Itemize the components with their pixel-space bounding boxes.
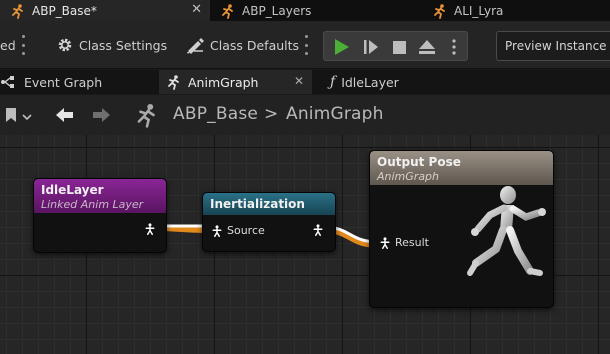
bookmark-icon — [4, 107, 18, 126]
class-settings-label: Class Settings — [79, 37, 168, 53]
class-defaults-label: Class Defaults — [210, 37, 300, 53]
doc-tab-abp-layers[interactable]: ABP_Layers — [220, 0, 420, 21]
back-arrow-icon[interactable] — [54, 106, 74, 127]
output-pose-node[interactable]: Output Pose AnimGraph Result — [369, 150, 554, 308]
source-input-pin[interactable]: Source — [211, 224, 265, 237]
play-controls — [323, 31, 468, 61]
preview-instance-label: Preview Instance — [505, 39, 607, 53]
close-icon[interactable]: ✕ — [294, 74, 304, 88]
doc-tab-label: ABP_Base* — [32, 3, 97, 18]
node-header: Output Pose AnimGraph — [370, 151, 553, 185]
breadcrumb: ABP_Base > AnimGraph — [0, 95, 610, 135]
class-settings-button[interactable]: Class Settings — [56, 33, 167, 57]
compile-status-label: ed — [0, 37, 16, 53]
pose-output-pin[interactable] — [144, 223, 156, 235]
eject-icon[interactable] — [418, 38, 436, 56]
preview-instance-dropdown[interactable]: Preview Instance — [496, 31, 610, 61]
play-options-dots-icon[interactable] — [445, 38, 463, 56]
tab-event-graph-label: Event Graph — [24, 74, 103, 90]
result-input-pin[interactable]: Result — [379, 236, 429, 249]
doc-tab-abp-base[interactable]: ABP_Base* ✕ — [0, 0, 210, 21]
anim-graph-icon — [134, 102, 160, 131]
anim-layer-interface-icon — [432, 3, 448, 19]
inertialization-node[interactable]: Inertialization Source — [202, 192, 336, 252]
pose-pin-icon — [379, 236, 391, 249]
toolbar-options-dots[interactable] — [304, 35, 308, 55]
function-icon: ƒ — [330, 74, 336, 90]
toolbar-options-dots[interactable] — [21, 35, 25, 55]
node-header: Inertialization — [203, 193, 335, 215]
node-subtitle: Linked Anim Layer — [41, 198, 144, 211]
node-title: IdleLayer — [41, 183, 104, 197]
document-tab-strip: ABP_Base* ✕ ABP_Layers ALI_Lyra — [0, 0, 610, 21]
stop-icon[interactable] — [390, 38, 408, 56]
anim-graph-icon — [166, 74, 182, 90]
tab-event-graph[interactable]: Event Graph — [0, 70, 150, 94]
pin-label: Result — [395, 236, 429, 249]
doc-tab-label: ALI_Lyra — [454, 3, 504, 18]
doc-tab-label: ABP_Layers — [242, 3, 312, 18]
node-header: IdleLayer Linked Anim Layer — [34, 179, 166, 213]
running-mannequin-icon — [456, 185, 552, 288]
step-icon[interactable] — [362, 38, 380, 56]
doc-tab-ali-lyra[interactable]: ALI_Lyra — [432, 0, 610, 21]
pin-label: Source — [227, 224, 265, 237]
graph-tab-strip: Event Graph AnimGraph ✕ ƒ IdleLayer — [0, 70, 610, 94]
breadcrumb-root[interactable]: ABP_Base — [173, 104, 258, 124]
play-icon[interactable] — [333, 38, 351, 56]
node-title: Inertialization — [210, 197, 305, 211]
chevron-down-icon — [22, 110, 32, 124]
pose-output-pin[interactable] — [312, 224, 324, 236]
compile-status-clipped[interactable]: ed — [0, 33, 16, 57]
bookmark-dropdown[interactable] — [4, 107, 32, 126]
close-icon[interactable]: ✕ — [191, 2, 202, 17]
toolbar: ed Class Settings Class Defaults Preview… — [0, 21, 610, 69]
event-graph-icon — [0, 75, 18, 89]
tab-anim-graph-label: AnimGraph — [188, 74, 259, 90]
class-defaults-button[interactable]: Class Defaults — [185, 33, 299, 57]
breadcrumb-current: AnimGraph — [286, 104, 384, 124]
node-subtitle: AnimGraph — [377, 170, 440, 183]
idle-layer-node[interactable]: IdleLayer Linked Anim Layer — [33, 178, 167, 253]
anim-graph-canvas[interactable]: IdleLayer Linked Anim Layer Inertializat… — [0, 135, 610, 354]
breadcrumb-separator: > — [264, 104, 279, 124]
forward-arrow-icon[interactable] — [92, 106, 112, 127]
tab-idle-layer-label: IdleLayer — [341, 74, 399, 90]
gear-icon — [56, 36, 74, 54]
anim-blueprint-icon — [220, 3, 236, 19]
pose-pin-icon — [211, 224, 223, 237]
class-defaults-icon — [185, 36, 205, 54]
anim-blueprint-icon — [10, 3, 26, 19]
node-title: Output Pose — [377, 155, 461, 169]
tab-idle-layer[interactable]: ƒ IdleLayer — [330, 70, 480, 94]
tab-anim-graph[interactable]: AnimGraph ✕ — [159, 70, 312, 94]
